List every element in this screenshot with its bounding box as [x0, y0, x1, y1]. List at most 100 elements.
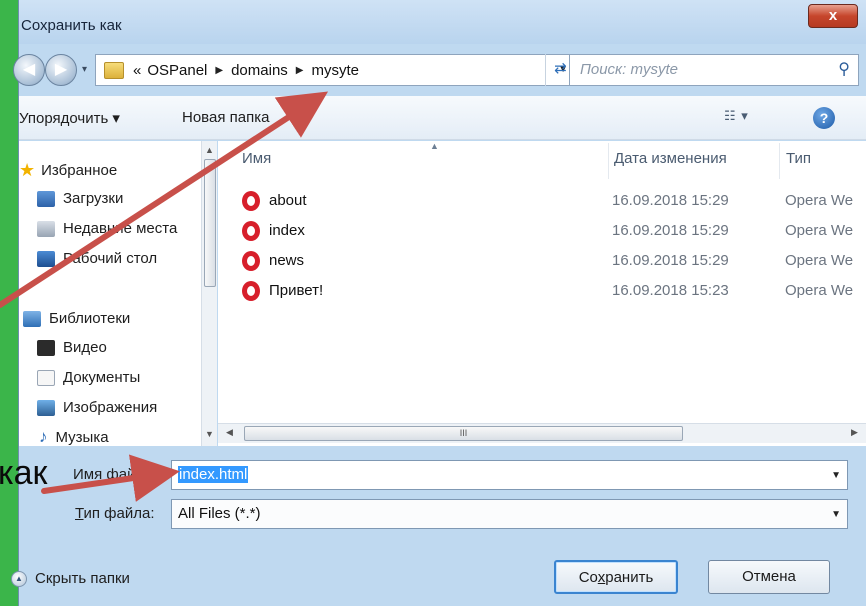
desktop-icon	[37, 250, 55, 267]
list-item[interactable]: Привет! 16.09.2018 15:23 Opera We	[242, 279, 866, 303]
file-modified-date: 16.09.2018 15:29	[612, 252, 729, 269]
filetype-label-accel: Т	[75, 505, 84, 522]
pictures-icon	[37, 399, 55, 416]
new-folder-button[interactable]: Новая папка	[182, 109, 269, 126]
filetype-value: All Files (*.*)	[178, 505, 261, 522]
sidebar-item-label: Документы	[63, 369, 141, 386]
opera-html-file-icon	[242, 281, 260, 301]
sidebar-item-label: Библиотеки	[49, 310, 131, 327]
sidebar-item-video[interactable]: Видео	[37, 339, 107, 356]
column-header-name[interactable]: Имя	[242, 150, 271, 167]
column-header-type[interactable]: Тип	[786, 150, 811, 167]
breadcrumb-mysyte[interactable]: mysyte	[309, 62, 363, 79]
video-icon	[37, 339, 55, 356]
sort-ascending-icon: ▲	[430, 141, 439, 151]
sidebar-item-label: Музыка	[55, 428, 109, 446]
save-as-dialog: Сохранить как x ◀ ▶ ▾ « OSPanel ▶ domain…	[11, 0, 866, 606]
libraries-icon	[23, 310, 41, 327]
sidebar-item-music[interactable]: ♪ Музыка	[39, 427, 109, 447]
file-type: Opera We	[785, 222, 854, 239]
search-icon[interactable]: ⚲	[838, 55, 850, 85]
opera-html-file-icon	[242, 251, 260, 271]
filename-history-dropdown-icon[interactable]: ▼	[831, 470, 841, 481]
file-type: Opera We	[785, 192, 854, 209]
sidebar-item-documents[interactable]: Документы	[37, 369, 140, 386]
breadcrumb-domains[interactable]: domains	[228, 62, 291, 79]
save-label-start: Со	[578, 569, 598, 586]
list-item[interactable]: news 16.09.2018 15:29 Opera We	[242, 249, 866, 273]
sidebar-item-downloads[interactable]: Загрузки	[37, 190, 123, 207]
file-modified-date: 16.09.2018 15:23	[612, 282, 729, 299]
breadcrumb-separator-icon[interactable]: ▶	[291, 65, 309, 76]
file-name: index	[269, 222, 305, 239]
file-name: Привет!	[269, 282, 324, 299]
save-label-end: ранить	[605, 569, 654, 586]
hide-folders-label: Скрыть папки	[35, 570, 130, 587]
scroll-right-icon[interactable]: ▶	[851, 427, 858, 438]
column-divider[interactable]	[779, 143, 780, 179]
file-name: news	[269, 252, 305, 269]
sidebar-item-label: Недавние места	[63, 220, 178, 237]
breadcrumb-overflow[interactable]: «	[130, 62, 144, 79]
title-bar: Сохранить как x	[19, 0, 866, 44]
breadcrumb-separator-icon[interactable]: ▶	[210, 65, 228, 76]
sidebar-item-desktop[interactable]: Рабочий стол	[37, 250, 157, 267]
organize-menu[interactable]: Упорядочить ▾	[19, 109, 120, 127]
horizontal-scroll-thumb[interactable]: III	[244, 426, 683, 441]
breadcrumb-ospanel[interactable]: OSPanel	[144, 62, 210, 79]
sidebar-item-recent-places[interactable]: Недавние места	[37, 220, 177, 237]
slide-partial-text: как	[0, 454, 48, 492]
search-placeholder: Поиск: mysyte	[580, 61, 678, 78]
sidebar-item-pictures[interactable]: Изображения	[37, 399, 157, 416]
forward-arrow-icon: ▶	[54, 61, 68, 78]
file-list: ▲ Имя Дата изменения Тип about 16.09.201…	[218, 141, 866, 446]
sidebar-item-label: Видео	[63, 339, 107, 356]
list-item[interactable]: about 16.09.2018 15:29 Opera We	[242, 189, 866, 213]
downloads-icon	[37, 190, 55, 207]
file-type: Opera We	[785, 252, 854, 269]
filetype-select[interactable]: All Files (*.*) ▼	[171, 499, 848, 529]
hide-folders-toggle[interactable]: ▲ Скрыть папки	[11, 570, 130, 587]
cancel-button[interactable]: Отмена	[708, 560, 830, 594]
sidebar-item-label: Изображения	[63, 399, 158, 416]
back-arrow-icon: ◀	[22, 61, 36, 78]
close-button[interactable]: x	[808, 4, 858, 28]
forward-button[interactable]: ▶	[45, 54, 77, 86]
save-button[interactable]: Сохранить	[554, 560, 678, 594]
sidebar-item-libraries[interactable]: Библиотеки	[23, 310, 130, 327]
sidebar-item-label: Избранное	[41, 162, 118, 179]
column-divider[interactable]	[608, 143, 609, 179]
file-name: about	[269, 192, 307, 209]
view-options-icon[interactable]: ☷ ▾	[724, 108, 749, 124]
address-bar[interactable]: « OSPanel ▶ domains ▶ mysyte ▼	[95, 54, 575, 86]
sidebar-item-label: Загрузки	[63, 190, 124, 207]
chevron-down-icon[interactable]: ▼	[831, 509, 841, 520]
scroll-down-icon[interactable]: ▼	[205, 429, 214, 439]
opera-html-file-icon	[242, 191, 260, 211]
recent-locations-dropdown[interactable]: ▾	[82, 64, 87, 75]
dialog-title: Сохранить как	[21, 17, 122, 34]
filename-value[interactable]: index.html	[178, 466, 249, 483]
file-type: Opera We	[785, 282, 854, 299]
music-icon: ♪	[39, 427, 48, 446]
documents-icon	[37, 369, 55, 386]
help-icon[interactable]: ?	[813, 107, 835, 129]
command-toolbar: Упорядочить ▾ Новая папка ☷ ▾ ?	[19, 96, 866, 140]
scroll-up-icon[interactable]: ▲	[205, 145, 214, 155]
recent-places-icon	[37, 220, 55, 237]
sidebar-scrollbar[interactable]: ▲ ▼	[201, 141, 217, 446]
sidebar-scroll-thumb[interactable]	[204, 159, 216, 287]
sidebar-item-favorites[interactable]: ★ Избранное	[19, 160, 117, 181]
back-button[interactable]: ◀	[13, 54, 45, 86]
folder-icon	[104, 61, 124, 79]
collapse-icon: ▲	[11, 570, 27, 587]
scroll-left-icon[interactable]: ◀	[226, 427, 233, 438]
search-input[interactable]: Поиск: mysyte ⚲	[569, 54, 859, 86]
file-list-horizontal-scrollbar[interactable]: ◀ III ▶	[218, 423, 866, 443]
navigation-pane: ★ Избранное Загрузки Недавние места Рабо…	[19, 141, 217, 446]
refresh-icon: ⇄	[554, 60, 567, 77]
column-header-date[interactable]: Дата изменения	[614, 150, 727, 167]
filename-field[interactable]: index.html ▼	[171, 460, 848, 490]
filename-label: Имя файла:	[73, 466, 157, 483]
list-item[interactable]: index 16.09.2018 15:29 Opera We	[242, 219, 866, 243]
